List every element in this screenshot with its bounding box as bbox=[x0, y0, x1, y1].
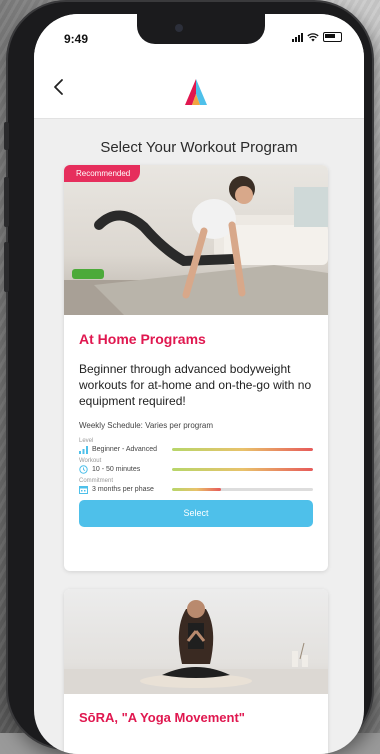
metric-value: Beginner - Advanced bbox=[92, 446, 157, 453]
brand-logo bbox=[185, 79, 207, 105]
meter-fill bbox=[172, 488, 222, 491]
signal-icon bbox=[292, 32, 303, 42]
program-schedule: Weekly Schedule: Varies per program bbox=[79, 421, 213, 430]
program-title: At Home Programs bbox=[79, 331, 206, 347]
metric-workout: Workout 10 - 50 minutes bbox=[79, 458, 313, 474]
status-time: 9:49 bbox=[64, 32, 89, 46]
workout-meter bbox=[172, 468, 313, 471]
level-meter bbox=[172, 448, 313, 451]
chevron-left-icon[interactable] bbox=[52, 78, 66, 96]
volume-down-button bbox=[4, 242, 9, 292]
metric-value: 10 - 50 minutes bbox=[92, 466, 141, 473]
recommended-badge: Recommended bbox=[64, 165, 141, 182]
metric-value: 3 months per phase bbox=[92, 486, 154, 493]
metric-label: Workout bbox=[79, 458, 102, 464]
bar-chart-icon bbox=[79, 446, 88, 454]
program-card-sora[interactable]: SōRA, "A Yoga Movement" bbox=[64, 589, 328, 754]
volume-up-button bbox=[4, 177, 9, 227]
camera bbox=[175, 24, 183, 32]
notch bbox=[137, 14, 265, 44]
page-title: Select Your Workout Program bbox=[100, 139, 298, 156]
select-button[interactable]: Select bbox=[79, 500, 313, 527]
metric-commitment: Commitment 3 months per phase bbox=[79, 478, 313, 494]
screen: 9:49 Select Your Workout Program Recomme… bbox=[34, 14, 364, 754]
mute-switch bbox=[4, 122, 9, 150]
top-nav bbox=[34, 58, 364, 119]
clock-icon bbox=[79, 465, 88, 474]
meter-fill bbox=[172, 468, 313, 471]
program-title: SōRA, "A Yoga Movement" bbox=[79, 710, 245, 725]
program-card-body: At Home Programs Beginner through advanc… bbox=[64, 315, 328, 527]
metric-label: Commitment bbox=[79, 478, 114, 484]
battery-icon bbox=[323, 32, 342, 42]
program-image-sora bbox=[64, 589, 328, 694]
wifi-icon bbox=[307, 32, 319, 41]
program-description: Beginner through advanced bodyweight wor… bbox=[79, 362, 312, 408]
metric-level: Level Beginner - Advanced bbox=[79, 438, 313, 454]
commitment-meter bbox=[172, 488, 313, 491]
calendar-icon bbox=[79, 486, 88, 494]
program-image-at-home: Recommended bbox=[64, 165, 328, 315]
meter-fill bbox=[172, 448, 313, 451]
metric-label: Level bbox=[79, 438, 94, 444]
program-list: Select Your Workout Program Recommended … bbox=[34, 119, 364, 754]
program-card-at-home[interactable]: Recommended At Home Programs Beginner th… bbox=[64, 165, 328, 571]
status-icons bbox=[292, 32, 342, 42]
